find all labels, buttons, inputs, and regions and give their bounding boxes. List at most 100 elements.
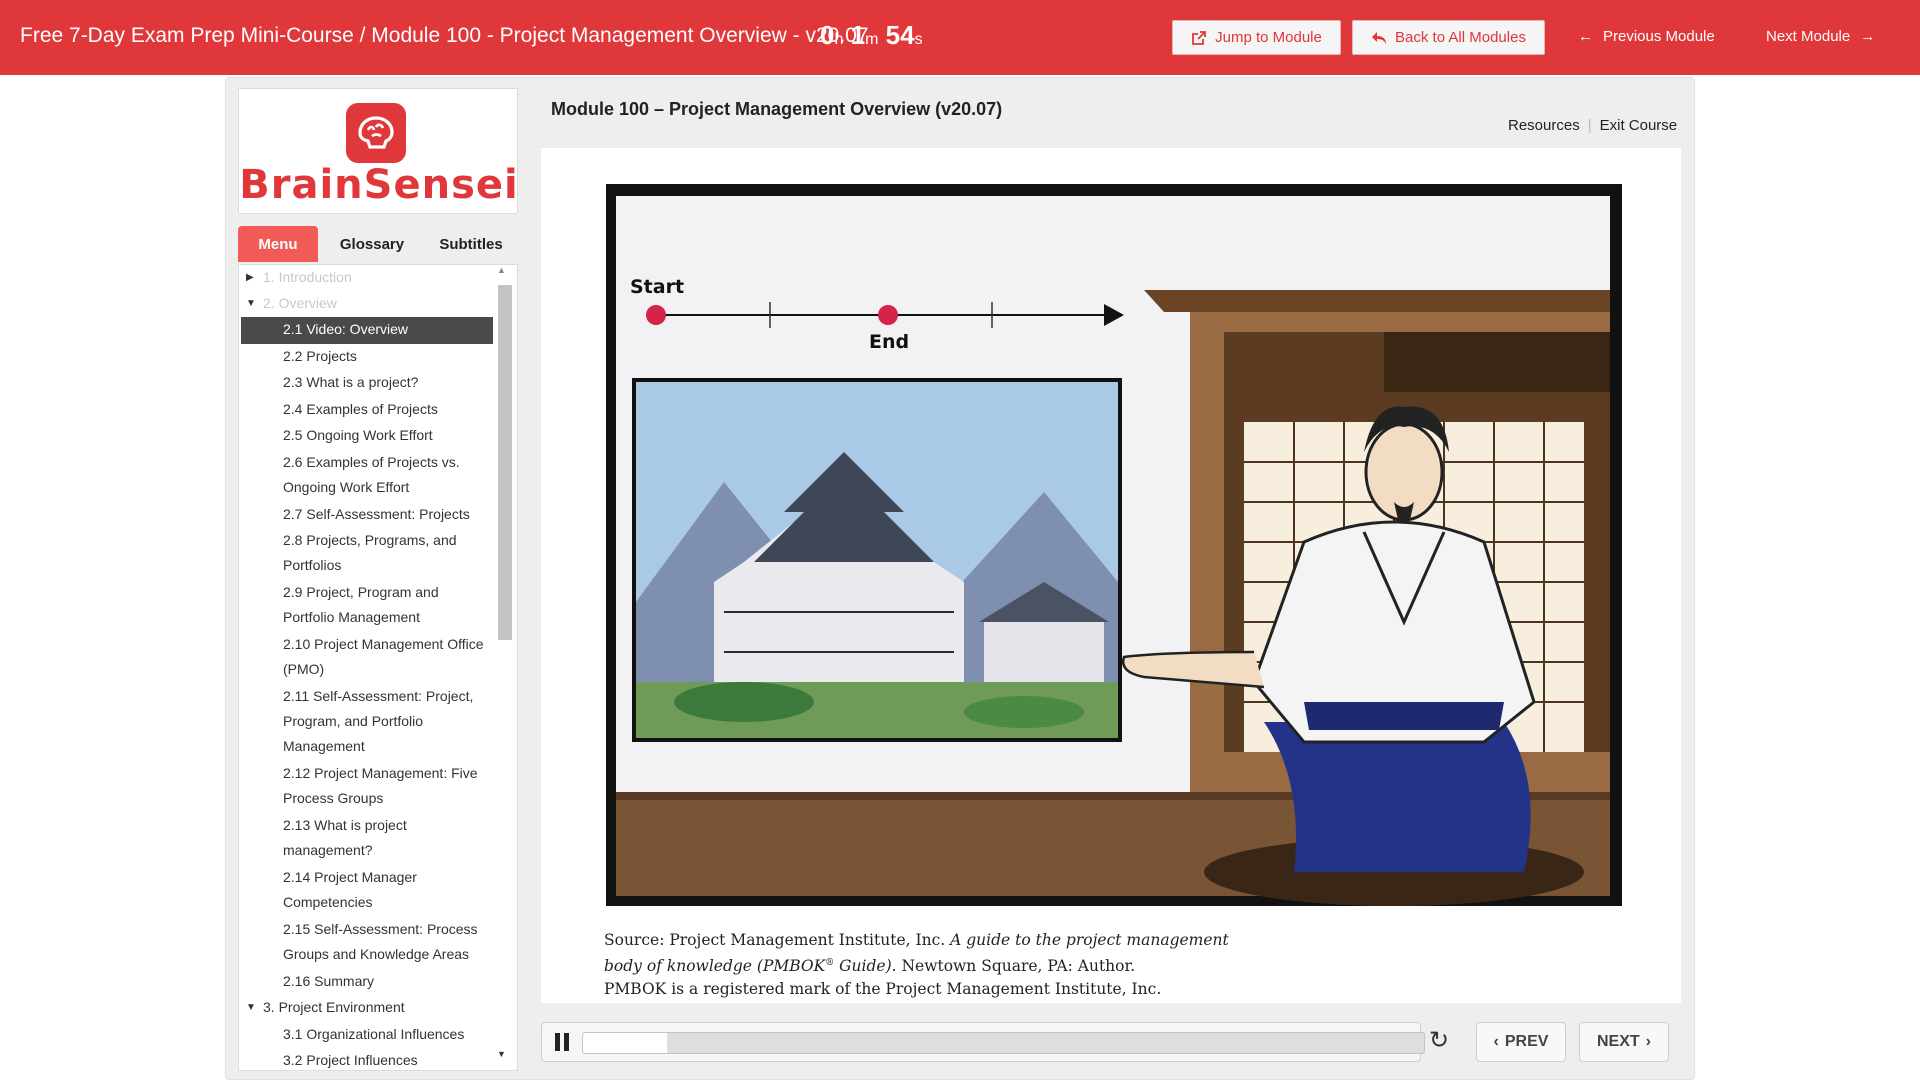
arrow-right-icon: →	[1860, 28, 1876, 45]
caret-down-icon[interactable]: ▼	[246, 995, 256, 1020]
link-divider: |	[1587, 117, 1592, 134]
menu-item-2-8[interactable]: 2.8 Projects, Programs, and Portfolios	[241, 528, 493, 580]
tab-subtitles[interactable]: Subtitles	[424, 226, 518, 262]
menu-item-2-1[interactable]: 2.1 Video: Overview	[241, 317, 493, 344]
prev-button[interactable]: ‹ PREV	[1476, 1022, 1566, 1062]
sidebar-tabs: Menu Glossary Subtitles	[238, 226, 518, 262]
progress-bar[interactable]	[582, 1032, 1425, 1054]
scroll-down-icon[interactable]: ▼	[497, 1049, 506, 1059]
menu-item-label: 2.8 Projects, Programs, and Portfolios	[283, 532, 457, 573]
menu-item-2-4[interactable]: 2.4 Examples of Projects	[241, 397, 493, 424]
citation-publisher: Source: Project Management Institute, In…	[604, 931, 951, 949]
replay-icon[interactable]: ↻	[1429, 1028, 1449, 1054]
menu-item-label: 2.6 Examples of Projects vs. Ongoing Wor…	[283, 454, 460, 495]
resources-link[interactable]: Resources	[1508, 117, 1580, 134]
menu-item-label: 2.9 Project, Program and Portfolio Manag…	[283, 584, 439, 625]
chevron-right-icon: ›	[1645, 1033, 1651, 1050]
next-button-label: NEXT	[1597, 1033, 1640, 1050]
registered-mark: ®	[825, 958, 835, 968]
chevron-left-icon: ‹	[1493, 1033, 1499, 1050]
menu-item-label: 2.3 What is a project?	[283, 374, 419, 390]
menu-item-2-5[interactable]: 2.5 Ongoing Work Effort	[241, 423, 493, 450]
timeline-start-label: Start	[630, 276, 684, 298]
back-to-all-modules-label: Back to All Modules	[1395, 29, 1526, 46]
timer-seconds: 54	[885, 20, 915, 50]
caret-down-icon[interactable]: ▼	[246, 291, 256, 316]
previous-module-link[interactable]: ← Previous Module	[1578, 28, 1715, 45]
brain-icon	[346, 103, 406, 163]
previous-module-label: Previous Module	[1603, 28, 1715, 45]
menu-item-2-6[interactable]: 2.6 Examples of Projects vs. Ongoing Wor…	[241, 450, 493, 502]
brand-logo: BrainSensei	[238, 88, 518, 214]
top-bar: Free 7-Day Exam Prep Mini-Course / Modul…	[0, 0, 1920, 75]
scroll-up-icon[interactable]: ▲	[497, 265, 506, 275]
citation-place: Newtown Square, PA: Author.	[896, 957, 1136, 976]
citation-title-c: Guide).	[834, 957, 897, 976]
next-module-link[interactable]: Next Module →	[1766, 28, 1875, 45]
caret-right-icon[interactable]: ▶	[246, 265, 254, 290]
tab-menu[interactable]: Menu	[238, 226, 318, 262]
exit-course-link[interactable]: Exit Course	[1600, 117, 1678, 134]
menu-item-2-15[interactable]: 2.15 Self-Assessment: Process Groups and…	[241, 917, 493, 969]
player-bar	[541, 1022, 1425, 1062]
external-link-icon	[1192, 30, 1207, 45]
source-citation: Source: Project Management Institute, In…	[604, 929, 1504, 1001]
tab-glossary[interactable]: Glossary	[326, 226, 418, 262]
menu-item-label: 2.15 Self-Assessment: Process Groups and…	[283, 921, 478, 962]
timer-minutes-unit: m	[865, 31, 879, 48]
video-frame[interactable]: Start End	[604, 182, 1624, 910]
tab-subtitles-label: Subtitles	[439, 235, 503, 253]
back-to-all-modules-button[interactable]: Back to All Modules	[1352, 20, 1545, 55]
menu-section-introduction[interactable]: ▶ 1. Introduction	[241, 265, 493, 291]
menu-item-label: 1. Introduction	[263, 269, 352, 285]
jump-to-module-button[interactable]: Jump to Module	[1172, 20, 1341, 55]
menu-item-2-13[interactable]: 2.13 What is project management?	[241, 813, 493, 865]
prev-button-label: PREV	[1504, 1033, 1549, 1050]
menu-item-2-16[interactable]: 2.16 Summary	[241, 969, 493, 996]
menu-item-label: 2.11 Self-Assessment: Project, Program, …	[283, 688, 474, 754]
menu-item-label: 2.16 Summary	[283, 973, 375, 989]
menu-item-2-14[interactable]: 2.14 Project Manager Competencies	[241, 865, 493, 917]
timer-minutes: 1	[850, 20, 866, 50]
menu-item-label: 2.10 Project Management Office (PMO)	[283, 636, 484, 677]
menu-item-2-11[interactable]: 2.11 Self-Assessment: Project, Program, …	[241, 684, 493, 761]
menu-item-label: 2.14 Project Manager Competencies	[283, 869, 417, 910]
tab-menu-label: Menu	[258, 235, 298, 253]
progress-fill	[583, 1033, 668, 1053]
menu-section-overview[interactable]: ▼ 2. Overview	[241, 291, 493, 317]
menu-item-label: 2.1 Video: Overview	[283, 321, 409, 337]
citation-line-2: body of knowledge (PMBOK® Guide). Newtow…	[604, 952, 1504, 978]
next-button[interactable]: NEXT ›	[1579, 1022, 1669, 1062]
citation-line-1: Source: Project Management Institute, In…	[604, 929, 1504, 952]
arrow-left-icon: ←	[1578, 28, 1593, 45]
breadcrumb: Free 7-Day Exam Prep Mini-Course / Modul…	[20, 24, 869, 47]
timer-hours: 0	[820, 20, 835, 50]
logo-wordmark: BrainSensei	[239, 162, 519, 208]
menu-section-project-environment[interactable]: ▼ 3. Project Environment	[241, 995, 493, 1022]
menu-item-3-1[interactable]: 3.1 Organizational Influences	[241, 1022, 493, 1049]
menu-item-3-2[interactable]: 3.2 Project Influences	[241, 1048, 493, 1070]
menu-item-2-12[interactable]: 2.12 Project Management: Five Process Gr…	[241, 761, 493, 813]
jump-to-module-label: Jump to Module	[1215, 29, 1322, 46]
tab-glossary-label: Glossary	[339, 235, 405, 253]
citation-title-b: body of knowledge (PMBOK	[604, 957, 826, 976]
menu-item-label: 3.2 Project Influences	[283, 1052, 418, 1068]
menu-item-label: 2. Overview	[263, 295, 337, 311]
pause-icon[interactable]	[555, 1033, 569, 1051]
elapsed-timer: 0h 1m 54s	[820, 20, 923, 51]
menu-scrollbar-thumb[interactable]	[498, 285, 512, 640]
menu-item-label: 2.5 Ongoing Work Effort	[283, 427, 433, 443]
menu-item-2-2[interactable]: 2.2 Projects	[241, 344, 493, 371]
menu-item-2-10[interactable]: 2.10 Project Management Office (PMO)	[241, 632, 493, 684]
menu-item-label: 2.4 Examples of Projects	[283, 401, 438, 417]
logo-text: BrainSensei	[239, 162, 519, 208]
menu-item-2-3[interactable]: 2.3 What is a project?	[241, 370, 493, 397]
menu-item-2-7[interactable]: 2.7 Self-Assessment: Projects	[241, 502, 493, 529]
course-menu: ▶ 1. Introduction ▼ 2. Overview 2.1 Video:…	[238, 264, 518, 1071]
menu-item-label: 3. Project Environment	[263, 999, 405, 1015]
menu-item-2-9[interactable]: 2.9 Project, Program and Portfolio Manag…	[241, 580, 493, 632]
timer-seconds-unit: s	[914, 31, 923, 48]
content-links: Resources | Exit Course	[1508, 117, 1677, 134]
timeline-end-label: End	[869, 331, 909, 353]
menu-item-label: 2.7 Self-Assessment: Projects	[283, 506, 470, 522]
